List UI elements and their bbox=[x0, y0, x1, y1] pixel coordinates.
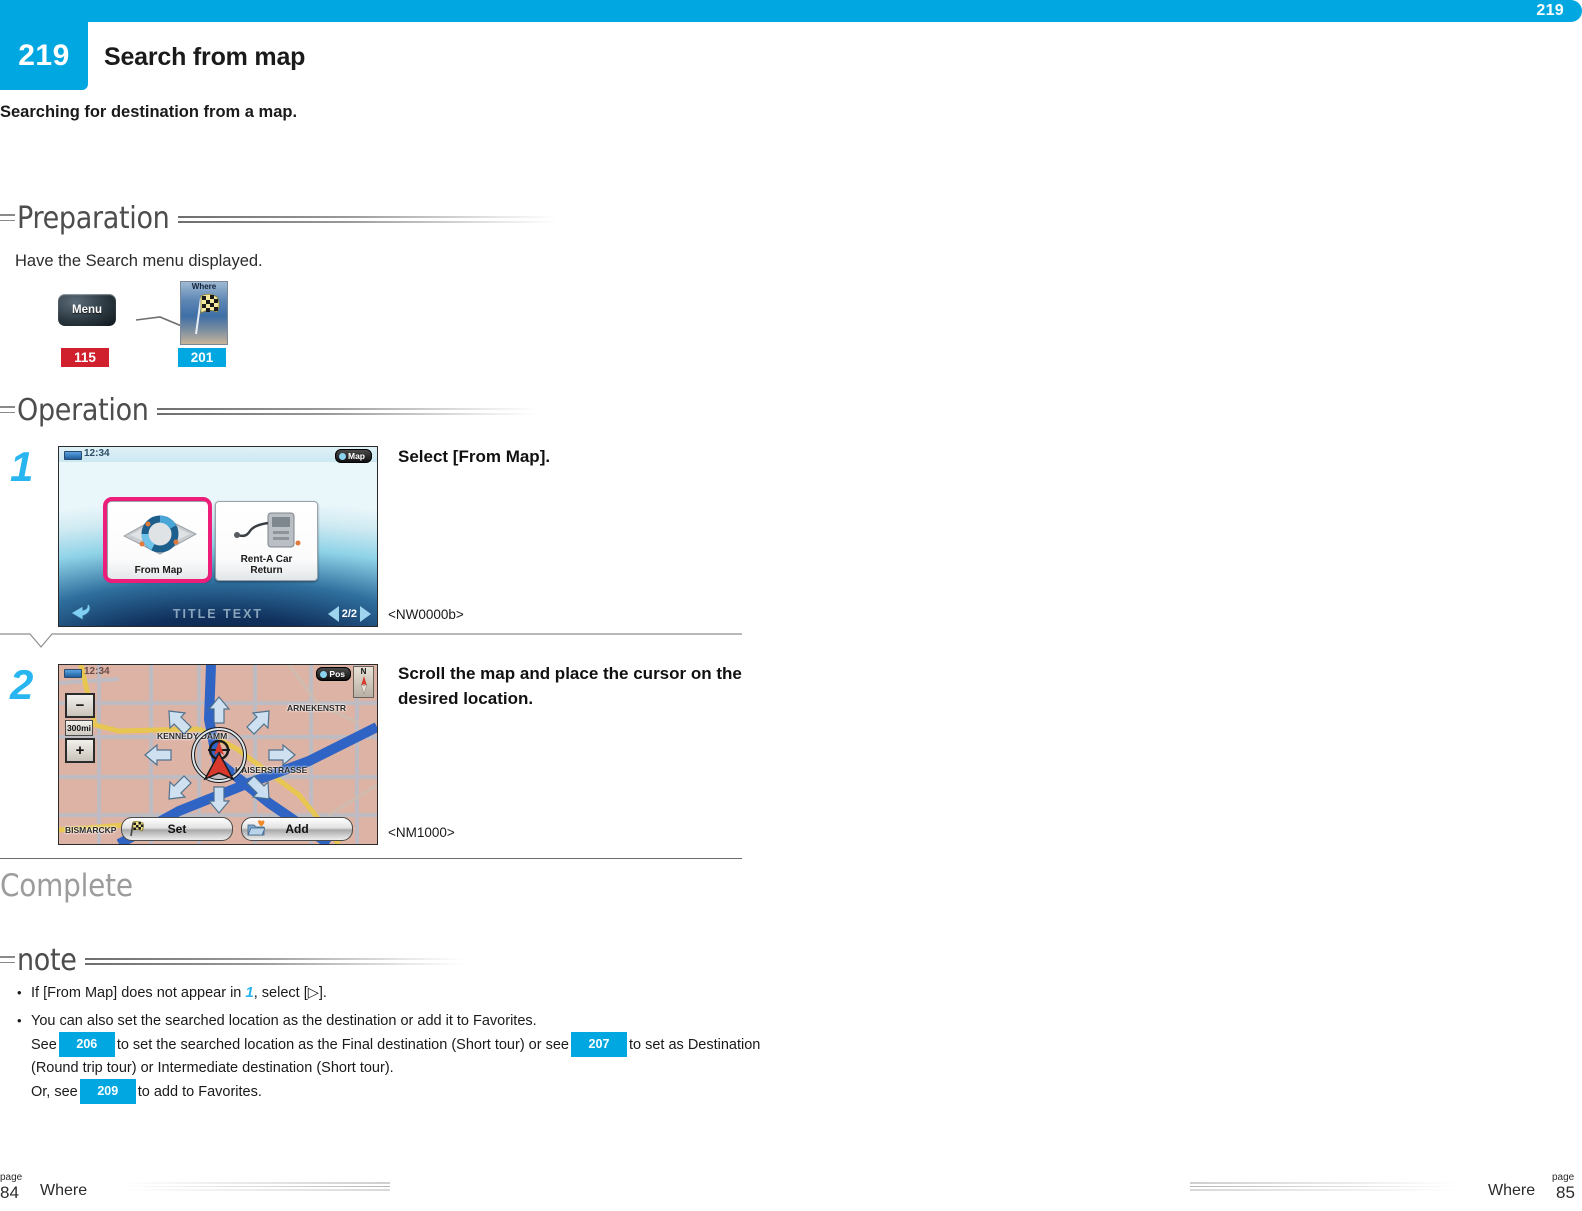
page-ref-badge-206[interactable]: 206 bbox=[58, 1032, 115, 1057]
step-instruction-1: Select [From Map]. bbox=[398, 447, 551, 466]
step-instruction-2: Scroll the map and place the cursor on t… bbox=[398, 664, 742, 708]
equals-icon bbox=[0, 214, 15, 225]
street-label-bismarckp: BISMARCKP bbox=[65, 825, 117, 835]
note-item-1: If [From Map] does not appear in 1, sele… bbox=[15, 982, 795, 1005]
map-icon bbox=[339, 452, 346, 460]
scroll-arrows-and-cursor[interactable] bbox=[123, 695, 323, 815]
top-header-bar: 219 bbox=[0, 0, 1582, 22]
battery-icon bbox=[64, 669, 82, 678]
menu-page-badge: 115 bbox=[61, 348, 109, 367]
add-button[interactable]: Add bbox=[241, 817, 353, 841]
section-heading-preparation: Preparation bbox=[0, 200, 558, 234]
note-item-2: You can also set the searched location a… bbox=[15, 1010, 795, 1104]
zoom-out-button[interactable]: − bbox=[65, 693, 95, 718]
page-subtitle: Searching for destination from a map. bbox=[0, 103, 298, 121]
tile-rent-a-car-return-label: Rent-A Car Return bbox=[240, 554, 293, 576]
rent-a-car-glyph bbox=[234, 512, 301, 548]
header-corner-number: 219 bbox=[1536, 2, 1564, 19]
page-ref-badge-207[interactable]: 207 bbox=[570, 1032, 627, 1057]
step-number-2: 2 bbox=[10, 661, 34, 708]
set-button[interactable]: Set bbox=[121, 817, 233, 841]
footer-left-section: Where bbox=[40, 1182, 88, 1199]
equals-icon bbox=[0, 956, 15, 967]
section-label-preparation: Preparation bbox=[17, 201, 170, 236]
note2-line4b: to add to Favorites. bbox=[137, 1084, 262, 1100]
footer-right-section: Where bbox=[1488, 1182, 1536, 1199]
note2-line3: (Round trip tour) or Intermediate destin… bbox=[31, 1059, 394, 1076]
page-number-badge: 219 bbox=[0, 22, 88, 90]
zoom-in-button[interactable]: + bbox=[65, 738, 95, 763]
step-code-2: <NM1000> bbox=[388, 825, 455, 840]
flag-icon bbox=[130, 820, 144, 837]
compass-icon[interactable]: N bbox=[353, 666, 374, 698]
add-button-label: Add bbox=[285, 822, 309, 836]
step-code-1: <NW0000b> bbox=[388, 607, 464, 622]
where-flag-icon[interactable]: Where bbox=[180, 281, 228, 345]
map-button-label: Map bbox=[348, 451, 365, 461]
checkered-flag-glyph bbox=[195, 293, 220, 335]
note2-line2c: to set as Destination bbox=[628, 1037, 761, 1053]
footer-right-page-label: page bbox=[1552, 1172, 1575, 1183]
footer-left-page-label: page bbox=[0, 1172, 23, 1183]
section-label-note: note bbox=[17, 943, 77, 978]
page-next-icon[interactable] bbox=[360, 606, 371, 622]
where-page-badge: 201 bbox=[178, 348, 226, 367]
section-rule-lines bbox=[177, 216, 558, 225]
zoom-controls[interactable]: − 300mi + bbox=[65, 693, 95, 763]
note1-suffix: , select [▷]. bbox=[253, 985, 327, 1001]
screen1-bottom-bar: TITLE TEXT 2/2 bbox=[59, 596, 377, 626]
note1-step-ref: 1 bbox=[245, 984, 254, 1001]
add-favorite-icon bbox=[247, 820, 265, 836]
complete-label: Complete bbox=[0, 868, 133, 904]
section-rule-lines bbox=[156, 408, 537, 417]
step-number-1: 1 bbox=[10, 443, 34, 490]
tile-rent-a-car-return[interactable]: Rent-A Car Return bbox=[215, 501, 318, 581]
note-list: If [From Map] does not appear in 1, sele… bbox=[15, 982, 795, 1109]
equals-icon bbox=[0, 406, 15, 417]
section-label-operation: Operation bbox=[17, 393, 149, 428]
map-button[interactable]: Map bbox=[335, 449, 372, 463]
compass-needle-icon bbox=[360, 676, 367, 694]
complete-divider bbox=[0, 858, 742, 859]
set-button-label: Set bbox=[167, 822, 187, 836]
page-ref-badge-209[interactable]: 209 bbox=[79, 1079, 136, 1104]
battery-icon bbox=[64, 451, 82, 460]
note1-prefix: If [From Map] does not appear in bbox=[31, 985, 246, 1001]
preparation-text: Have the Search menu displayed. bbox=[15, 252, 263, 270]
screen1-status-bar: 12:34 Map bbox=[59, 447, 377, 463]
compass-north-label: N bbox=[360, 667, 367, 676]
section-rule-lines bbox=[84, 958, 465, 967]
page-indicator: 2/2 bbox=[341, 608, 357, 620]
note2-line2b: to set the searched location as the Fina… bbox=[116, 1037, 569, 1053]
page-title: Search from map bbox=[104, 43, 306, 71]
footer-left-rule bbox=[120, 1182, 390, 1191]
footer-left-page-number: 84 bbox=[0, 1183, 19, 1202]
footer-right-page-number: 85 bbox=[1556, 1183, 1575, 1202]
footer-right-rule bbox=[1190, 1182, 1460, 1191]
step-divider-chevron bbox=[0, 633, 742, 648]
section-heading-operation: Operation bbox=[0, 392, 537, 426]
screen1-pager[interactable]: 2/2 bbox=[327, 606, 371, 622]
pos-icon bbox=[320, 670, 328, 678]
menu-button-icon[interactable]: Menu bbox=[58, 294, 116, 326]
pos-button-label: Pos bbox=[329, 669, 345, 679]
pos-button[interactable]: Pos bbox=[316, 667, 351, 681]
map-scale-label: 300mi bbox=[65, 720, 93, 736]
screen1-clock: 12:34 bbox=[84, 448, 110, 459]
note2-line2a: See bbox=[31, 1037, 57, 1053]
menu-button-label: Menu bbox=[71, 304, 103, 316]
note2-line4a: Or, see bbox=[31, 1084, 78, 1100]
selection-highlight bbox=[103, 497, 212, 583]
device-screen-step-2: 12:34 Pos N − 300mi + KENNEDY DAMM ARNEK… bbox=[58, 664, 378, 845]
screen2-clock: 12:34 bbox=[84, 666, 110, 677]
page-number-badge-label: 219 bbox=[18, 39, 70, 72]
page-prev-icon[interactable] bbox=[327, 606, 339, 622]
note2-line1: You can also set the searched location a… bbox=[31, 1012, 537, 1029]
section-heading-note: note bbox=[0, 942, 465, 976]
device-screen-step-1: 12:34 Map From Map Rent-A Car Return TIT… bbox=[58, 446, 378, 627]
